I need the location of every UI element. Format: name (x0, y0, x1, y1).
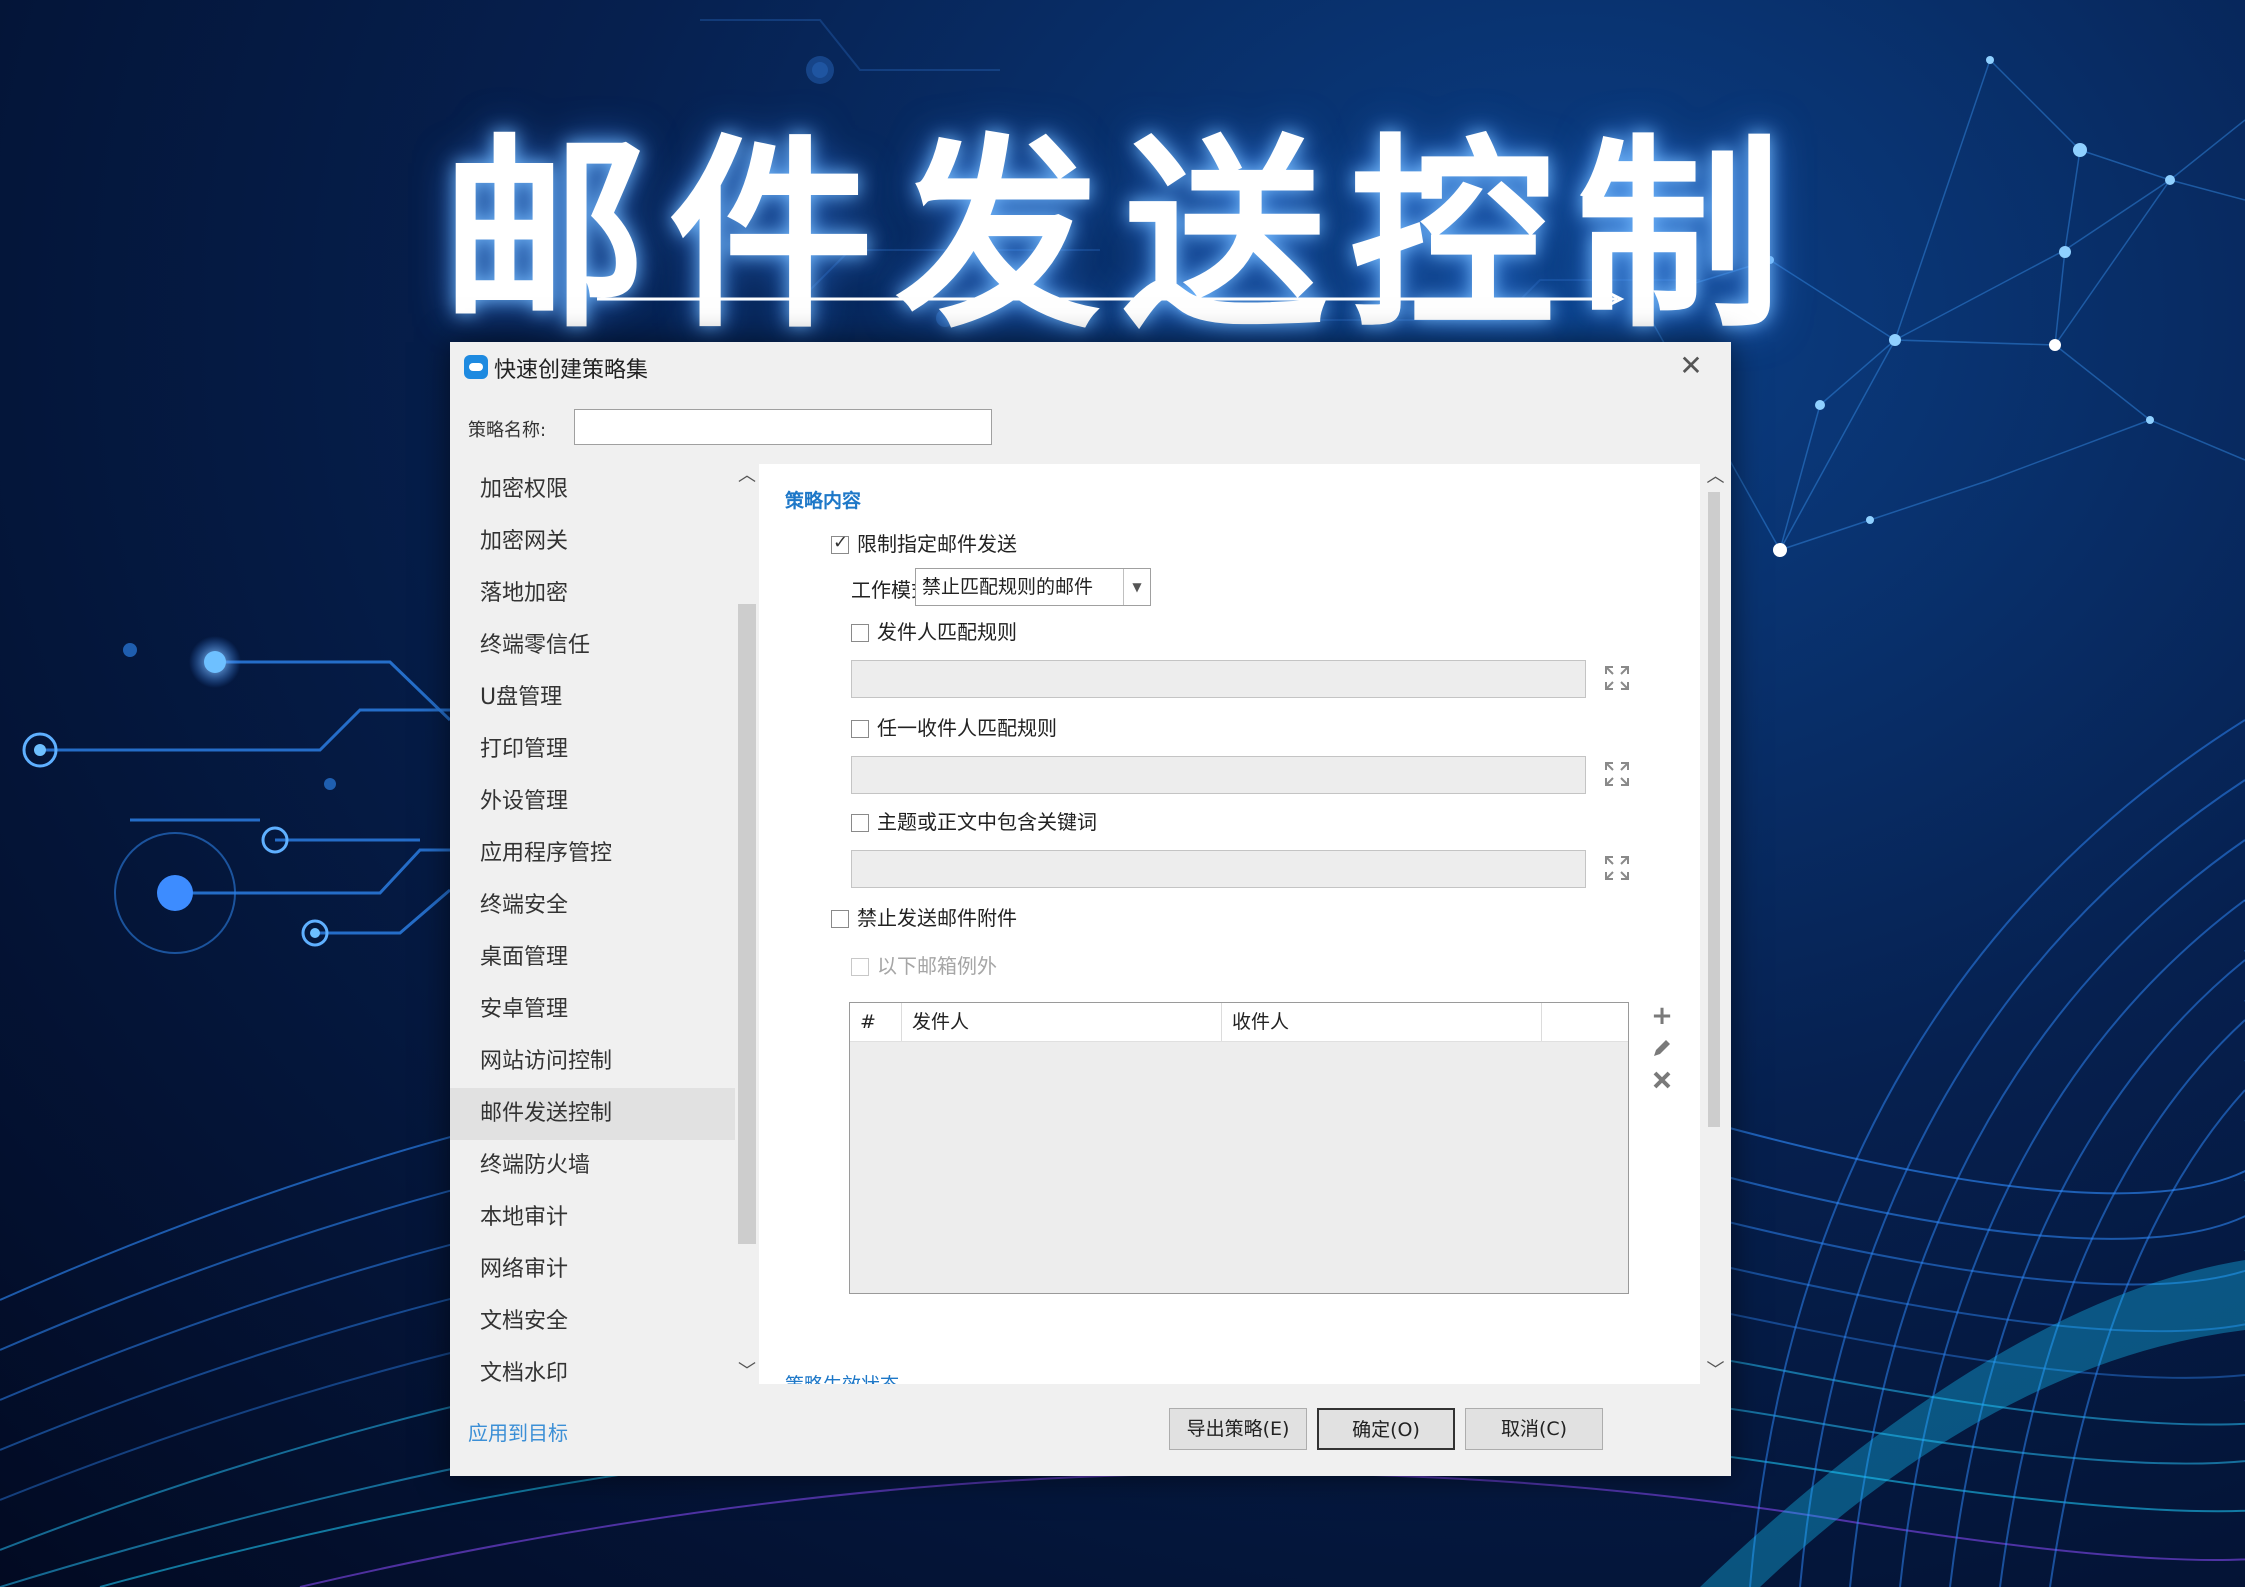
work-mode-select[interactable]: 禁止匹配规则的邮件 ▼ (915, 568, 1151, 606)
sender-rule-checkbox[interactable]: 发件人匹配规则 (851, 616, 1017, 645)
policy-name-input[interactable] (574, 409, 992, 445)
export-policy-button[interactable]: 导出策略(E) (1169, 1408, 1307, 1450)
except-mailbox-checkbox: 以下邮箱例外 (851, 950, 997, 979)
sidebar-item-encryption-gateway[interactable]: 加密网关 (450, 516, 735, 568)
keyword-rule-checkbox[interactable]: 主题或正文中包含关键词 (851, 806, 1097, 835)
block-attachment-checkbox[interactable]: 禁止发送邮件附件 (831, 902, 1017, 931)
sender-rule-label: 发件人匹配规则 (877, 620, 1017, 644)
chevron-down-icon[interactable]: ﹀ (1700, 1358, 1731, 1384)
recipient-rule-input[interactable] (851, 756, 1586, 794)
sidebar-item-endpoint-firewall[interactable]: 终端防火墙 (450, 1140, 735, 1192)
sidebar-item-desktop-management[interactable]: 桌面管理 (450, 932, 735, 984)
column-header-sender[interactable]: 发件人 (902, 1003, 1222, 1041)
sidebar-item-website-access-control[interactable]: 网站访问控制 (450, 1036, 735, 1088)
policy-name-row: 策略名称: (450, 392, 1731, 464)
cancel-button[interactable]: 取消(C) (1465, 1408, 1603, 1450)
hero-title: 邮件发送控制 (441, 118, 1804, 356)
restrict-send-checkbox[interactable]: 限制指定邮件发送 (831, 528, 1017, 557)
work-mode-value: 禁止匹配规则的邮件 (922, 576, 1094, 598)
close-icon[interactable]: ✕ (1675, 350, 1707, 382)
keyword-rule-input[interactable] (851, 850, 1586, 888)
policy-name-label: 策略名称: (468, 420, 547, 441)
recipient-rule-label: 任一收件人匹配规则 (877, 716, 1057, 740)
sidebar-scroll-thumb[interactable] (738, 604, 756, 1244)
app-logo-icon (464, 355, 488, 379)
section-title-policy-content: 策略内容 (785, 490, 862, 512)
checkbox-disabled-icon (851, 958, 869, 976)
sidebar-item-endpoint-zero-trust[interactable]: 终端零信任 (450, 620, 735, 672)
checkbox-icon[interactable] (851, 624, 869, 642)
sidebar-item-endpoint-security[interactable]: 终端安全 (450, 880, 735, 932)
sidebar-item-encryption-permission[interactable]: 加密权限 (450, 464, 735, 516)
sidebar-scrollbar[interactable]: ︿ ﹀ (735, 464, 759, 1384)
sidebar-item-application-control[interactable]: 应用程序管控 (450, 828, 735, 880)
column-header-recipient[interactable]: 收件人 (1222, 1003, 1542, 1041)
expand-icon[interactable] (1603, 664, 1631, 692)
edit-icon[interactable] (1650, 1036, 1674, 1060)
sidebar-item-landing-encryption[interactable]: 落地加密 (450, 568, 735, 620)
title-underline-arrow (597, 292, 1625, 306)
content-scrollbar[interactable]: ︿ ﹀ (1700, 464, 1731, 1384)
chevron-down-icon[interactable]: ﹀ (735, 1360, 759, 1384)
sidebar-item-document-watermark[interactable]: 文档水印 (450, 1348, 735, 1384)
sidebar-item-usb-management[interactable]: U盘管理 (450, 672, 735, 724)
policy-content-panel: 策略内容 限制指定邮件发送 工作模式 禁止匹配规则的邮件 ▼ 发件人匹配规则 任… (765, 464, 1700, 1384)
add-icon[interactable]: + (1650, 1003, 1674, 1029)
restrict-send-label: 限制指定邮件发送 (857, 532, 1017, 556)
sidebar-item-local-audit[interactable]: 本地审计 (450, 1192, 735, 1244)
checkbox-icon[interactable] (851, 814, 869, 832)
sidebar-item-mail-send-control[interactable]: 邮件发送控制 (450, 1088, 735, 1140)
keyword-rule-label: 主题或正文中包含关键词 (877, 810, 1097, 834)
expand-icon[interactable] (1603, 760, 1631, 788)
block-attachment-label: 禁止发送邮件附件 (857, 906, 1017, 930)
dialog-footer: 应用到目标 导出策略(E) 确定(O) 取消(C) (450, 1384, 1731, 1476)
sidebar-item-network-audit[interactable]: 网络审计 (450, 1244, 735, 1296)
quick-create-policy-dialog: 快速创建策略集 ✕ 策略名称: 加密权限 加密网关 落地加密 终端零信任 U盘管… (450, 342, 1731, 1476)
dialog-title: 快速创建策略集 (494, 358, 649, 383)
ok-button[interactable]: 确定(O) (1317, 1408, 1455, 1450)
column-header-index[interactable]: # (850, 1003, 902, 1041)
sidebar-item-print-management[interactable]: 打印管理 (450, 724, 735, 776)
sidebar-item-peripheral-management[interactable]: 外设管理 (450, 776, 735, 828)
chevron-up-icon[interactable]: ︿ (1700, 464, 1731, 490)
except-mailbox-label: 以下邮箱例外 (877, 954, 997, 978)
checkbox-checked-icon[interactable] (831, 532, 849, 554)
column-header-extra (1542, 1003, 1628, 1041)
sidebar-item-document-security[interactable]: 文档安全 (450, 1296, 735, 1348)
policy-category-sidebar: 加密权限 加密网关 落地加密 终端零信任 U盘管理 打印管理 外设管理 应用程序… (450, 464, 735, 1384)
section-title-policy-status: 策略生效状态 (785, 1370, 899, 1384)
expand-icon[interactable] (1603, 854, 1631, 882)
delete-icon[interactable] (1650, 1068, 1674, 1092)
sender-rule-input[interactable] (851, 660, 1586, 698)
table-header: # 发件人 收件人 (850, 1003, 1628, 1042)
sidebar-item-android-management[interactable]: 安卓管理 (450, 984, 735, 1036)
checkbox-icon[interactable] (851, 720, 869, 738)
recipient-rule-checkbox[interactable]: 任一收件人匹配规则 (851, 712, 1057, 741)
dropdown-arrow-icon[interactable]: ▼ (1123, 569, 1150, 605)
checkbox-icon[interactable] (831, 910, 849, 928)
content-scroll-thumb[interactable] (1708, 492, 1720, 1127)
chevron-up-icon[interactable]: ︿ (735, 464, 759, 488)
exception-table[interactable]: # 发件人 收件人 (849, 1002, 1629, 1294)
dialog-titlebar: 快速创建策略集 ✕ (450, 342, 1731, 392)
apply-to-target-link[interactable]: 应用到目标 (468, 1417, 568, 1446)
